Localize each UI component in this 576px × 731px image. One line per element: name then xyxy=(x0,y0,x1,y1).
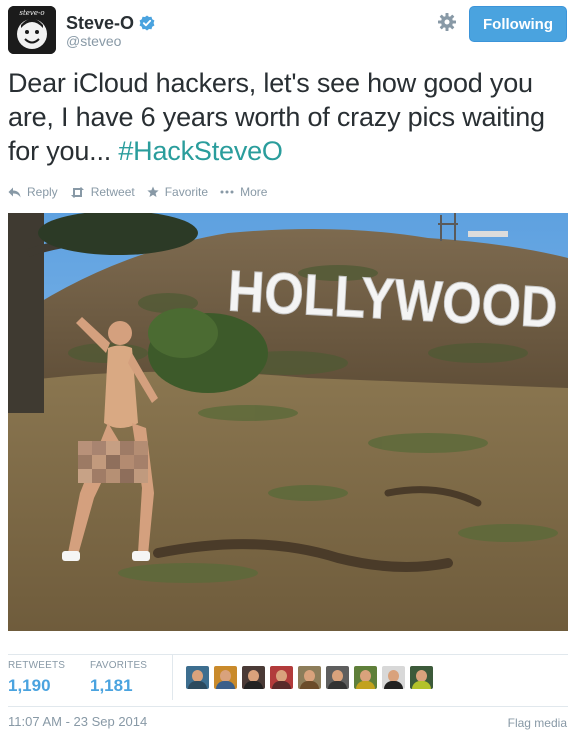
tweet-actions: Reply Retweet Favorite More xyxy=(8,183,279,201)
favoriter-avatar[interactable] xyxy=(242,666,265,689)
gear-icon[interactable] xyxy=(437,12,457,32)
favoriter-avatar[interactable] xyxy=(410,666,433,689)
verified-badge-icon xyxy=(139,15,155,31)
stats-separator xyxy=(172,654,173,700)
avatar[interactable]: steve-o xyxy=(8,6,56,54)
favoriter-avatar[interactable] xyxy=(270,666,293,689)
timestamp[interactable]: 11:07 AM - 23 Sep 2014 xyxy=(8,714,147,729)
tweet-header: steve-o Steve-O @steveo Following xyxy=(0,0,576,62)
favoriter-avatar-body xyxy=(188,681,207,689)
favoriter-avatar-body xyxy=(356,681,375,689)
favoriter-avatar-body xyxy=(216,681,235,689)
retweets-count[interactable]: 1,190 xyxy=(8,676,65,696)
more-button[interactable]: More xyxy=(220,185,267,199)
stats-divider-top xyxy=(8,654,568,655)
favorites-label: FAVORITES xyxy=(90,660,148,671)
favorites-count[interactable]: 1,181 xyxy=(90,676,147,696)
favorites-stat[interactable]: FAVORITES 1,181 xyxy=(90,660,147,696)
handle[interactable]: @steveo xyxy=(66,33,121,49)
retweet-label: Retweet xyxy=(90,185,135,199)
star-icon xyxy=(147,186,159,197)
more-label: More xyxy=(240,185,268,199)
retweet-icon xyxy=(70,186,84,198)
display-name[interactable]: Steve-O xyxy=(66,13,134,34)
more-dots-icon xyxy=(220,190,234,194)
retweets-label: RETWEETS xyxy=(8,660,66,671)
following-button[interactable]: Following xyxy=(469,6,567,42)
photo-image: HOLLYWOOD xyxy=(8,213,568,631)
favoriter-avatar[interactable] xyxy=(298,666,321,689)
name-row: Steve-O xyxy=(66,12,155,34)
favoriter-avatar-body xyxy=(328,681,347,689)
hashtag-link[interactable]: #HackSteveO xyxy=(118,136,283,166)
favoriter-avatar[interactable] xyxy=(186,666,209,689)
favoriter-avatars xyxy=(186,666,438,689)
favoriter-avatar[interactable] xyxy=(382,666,405,689)
favoriter-avatar[interactable] xyxy=(354,666,377,689)
favoriter-avatar-body xyxy=(272,681,291,689)
reply-icon xyxy=(8,187,21,197)
tweet-photo[interactable]: HOLLYWOOD xyxy=(8,213,568,631)
favoriter-avatar-body xyxy=(384,681,403,689)
flag-media-link[interactable]: Flag media xyxy=(508,716,567,730)
favorite-label: Favorite xyxy=(164,185,209,199)
reply-label: Reply xyxy=(27,185,58,199)
avatar-image: steve-o xyxy=(8,6,56,54)
favorite-button[interactable]: Favorite xyxy=(147,185,208,199)
favoriter-avatar-body xyxy=(244,681,263,689)
avatar-text: steve-o xyxy=(19,9,44,17)
stats-divider-bottom xyxy=(8,706,568,707)
favoriter-avatar[interactable] xyxy=(214,666,237,689)
favoriter-avatar[interactable] xyxy=(326,666,349,689)
favoriter-avatar-body xyxy=(412,681,431,689)
favoriter-avatar-body xyxy=(300,681,319,689)
retweet-button[interactable]: Retweet xyxy=(70,185,135,199)
tweet-text: Dear iCloud hackers, let's see how good … xyxy=(8,66,568,168)
retweets-stat[interactable]: RETWEETS 1,190 xyxy=(8,660,65,696)
reply-button[interactable]: Reply xyxy=(8,185,58,199)
